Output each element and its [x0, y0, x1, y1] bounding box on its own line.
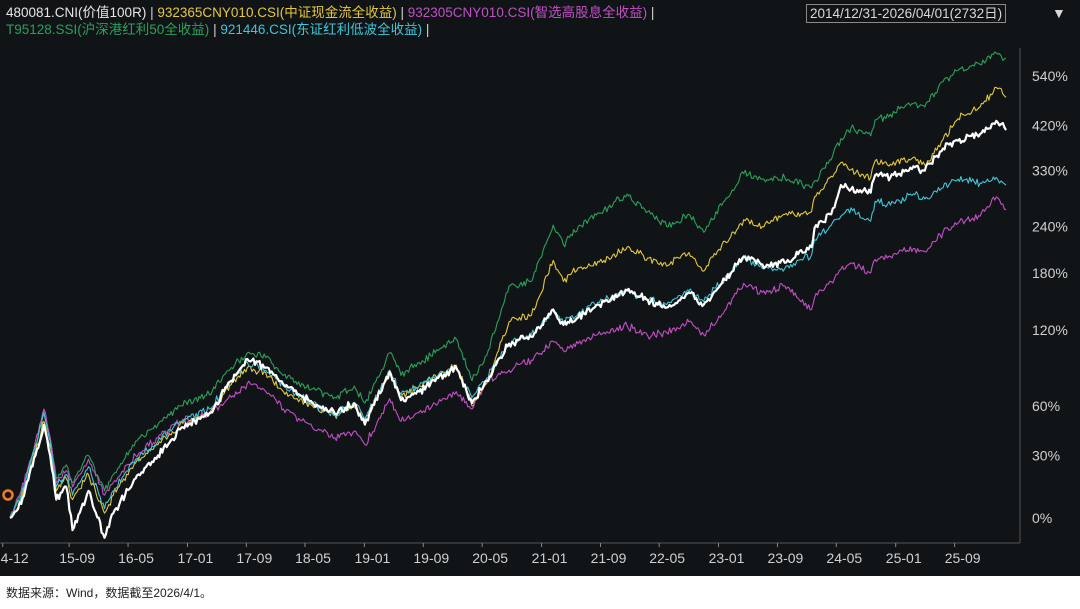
source-note: 数据来源：Wind，数据截至2026/4/1。	[6, 586, 213, 600]
legend-row-1: 480081.CNI(价值100R) | 932365CNY010.CSI(中证…	[6, 4, 654, 21]
x-tick-label: 17-01	[178, 550, 214, 566]
legend-separator: |	[400, 5, 404, 20]
x-tick-label: 19-09	[413, 550, 449, 566]
date-range-selector[interactable]: 2014/12/31-2026/04/01(2732日)	[806, 4, 1007, 23]
x-tick-label: 24-05	[826, 550, 862, 566]
y-tick-label: 330%	[1032, 163, 1068, 179]
x-tick-label: 21-01	[532, 550, 568, 566]
series-line	[9, 196, 1007, 519]
x-tick-label: 20-05	[472, 550, 508, 566]
series-lines	[9, 51, 1007, 539]
y-tick-label: 420%	[1032, 117, 1068, 133]
x-tick-label: 25-09	[945, 550, 981, 566]
x-tick-label: 23-01	[709, 550, 745, 566]
y-tick-label: 30%	[1032, 447, 1060, 463]
series-line	[9, 119, 1007, 539]
legend-item-low-vol-dividend[interactable]: 921446.CSI(东证红利低波全收益)	[220, 22, 422, 37]
legend-item-high-dividend[interactable]: 932305CNY010.CSI(智选高股息全收益)	[408, 5, 647, 20]
x-axis-ticks: 14-12 15-09 16-05 17-01 17-09 18-05 19-01 19-09…	[0, 543, 981, 566]
y-tick-label: 60%	[1032, 398, 1060, 414]
date-range-label: 2014/12/31-2026/04/01(2732日)	[810, 6, 1003, 21]
y-tick-label: 240%	[1032, 219, 1068, 235]
legend-separator: |	[650, 5, 655, 20]
y-tick-label: 180%	[1032, 265, 1068, 281]
x-tick-label: 15-09	[59, 550, 95, 566]
legend-separator: |	[213, 22, 217, 37]
chart-panel: 0% 30% 60% 120% 180% 240% 330% 420% 540% 14-12 15…	[0, 0, 1080, 576]
legend-item-cashflow[interactable]: 932365CNY010.CSI(中证现金流全收益)	[157, 5, 396, 20]
x-tick-label: 23-09	[768, 550, 804, 566]
triangle-down-icon[interactable]: ▼	[1052, 5, 1066, 21]
x-tick-label: 17-09	[236, 550, 272, 566]
x-tick-label: 25-01	[886, 550, 922, 566]
x-tick-label: 19-01	[354, 550, 390, 566]
legend-item-hk-dividend50[interactable]: T95128.SSI(沪深港红利50全收益)	[6, 22, 209, 37]
y-tick-label: 0%	[1032, 510, 1052, 526]
x-tick-label: 21-09	[591, 550, 627, 566]
x-tick-label: 18-05	[295, 550, 331, 566]
y-axis-ticks: 0% 30% 60% 120% 180% 240% 330% 420% 540%	[1032, 68, 1068, 526]
legend-separator: |	[150, 5, 154, 20]
y-tick-label: 120%	[1032, 322, 1068, 338]
start-marker	[2, 489, 14, 501]
y-tick-label: 540%	[1032, 68, 1068, 84]
x-tick-label: 22-05	[649, 550, 685, 566]
chart-plot: 0% 30% 60% 120% 180% 240% 330% 420% 540% 14-12 15…	[0, 48, 1068, 566]
legend-row-2: T95128.SSI(沪深港红利50全收益) | 921446.CSI(东证红利…	[6, 21, 429, 38]
x-tick-label: 14-12	[0, 550, 29, 566]
x-tick-label: 16-05	[118, 550, 154, 566]
legend-separator: |	[425, 22, 430, 37]
legend-item-value100r[interactable]: 480081.CNI(价值100R)	[6, 5, 146, 20]
series-line	[9, 51, 1007, 519]
